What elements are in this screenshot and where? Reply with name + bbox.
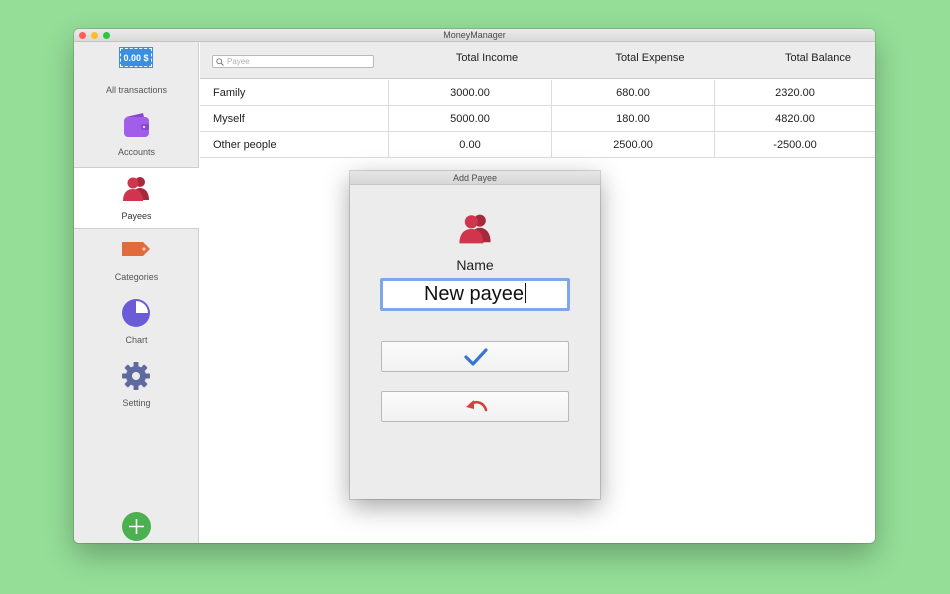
balance-cell: -2500.00 [773, 139, 817, 151]
balance-cell: 4820.00 [775, 113, 815, 125]
people-icon [459, 214, 491, 244]
confirm-button[interactable] [381, 341, 569, 372]
dialog-title: Add Payee [350, 171, 600, 185]
undo-icon [466, 400, 488, 412]
cancel-button[interactable] [381, 391, 569, 422]
window-title: MoneyManager [443, 30, 506, 40]
checkmark-icon [464, 348, 488, 366]
income-cell: 3000.00 [450, 87, 490, 99]
sidebar-item-label: Payees [121, 211, 152, 221]
sidebar-item-label: Chart [125, 335, 148, 345]
wallet-icon [124, 113, 149, 137]
payee-cell: Myself [213, 113, 245, 125]
people-icon [123, 177, 149, 201]
sidebar-item-label: Categories [114, 272, 159, 282]
close-window-button[interactable] [79, 32, 86, 39]
table-header: Payee Total Income Total Expense Total B… [200, 42, 875, 79]
plus-icon [129, 519, 144, 534]
payee-name-field[interactable]: New payee [380, 278, 570, 311]
expense-cell: 180.00 [616, 113, 650, 125]
payee-cell: Other people [213, 139, 277, 151]
tag-icon [122, 242, 150, 256]
add-transaction-button[interactable] [122, 512, 151, 541]
sidebar: 0.00 $ All transactions Accounts Payees [74, 42, 199, 543]
name-label: Name [456, 257, 494, 273]
payee-name-value: New payee [423, 283, 525, 305]
search-input[interactable]: Payee [212, 55, 374, 68]
column-header-expense[interactable]: Total Expense [585, 52, 715, 64]
minimize-window-button[interactable] [91, 32, 98, 39]
sidebar-item-setting[interactable]: Setting [74, 355, 199, 417]
sidebar-item-categories[interactable]: Categories [74, 229, 199, 291]
table-row[interactable]: Family 3000.00 680.00 2320.00 [200, 80, 875, 106]
sidebar-item-label: Accounts [117, 147, 156, 157]
pie-chart-icon [122, 299, 150, 327]
column-header-income[interactable]: Total Income [422, 52, 552, 64]
add-payee-dialog: Add Payee Name New payee [350, 171, 600, 499]
sidebar-item-payees[interactable]: Payees [74, 167, 199, 229]
sidebar-item-label: Setting [122, 398, 151, 408]
column-header-balance[interactable]: Total Balance [748, 52, 875, 64]
table-row[interactable]: Other people 0.00 2500.00 -2500.00 [200, 132, 875, 158]
sidebar-item-accounts[interactable]: Accounts [74, 104, 199, 166]
sidebar-item-all-transactions[interactable]: 0.00 $ All transactions [74, 42, 199, 104]
balance-badge-icon: 0.00 $ [119, 47, 153, 68]
search-placeholder: Payee [227, 57, 250, 66]
expense-cell: 2500.00 [613, 139, 653, 151]
payee-cell: Family [213, 87, 246, 99]
balance-cell: 2320.00 [775, 87, 815, 99]
search-icon [216, 58, 224, 66]
zoom-window-button[interactable] [103, 32, 110, 39]
gear-icon [122, 362, 150, 390]
sidebar-item-label: All transactions [105, 85, 168, 95]
table-row[interactable]: Myself 5000.00 180.00 4820.00 [200, 106, 875, 132]
income-cell: 0.00 [459, 139, 481, 151]
income-cell: 5000.00 [450, 113, 490, 125]
expense-cell: 680.00 [616, 87, 650, 99]
title-bar: MoneyManager [74, 29, 875, 42]
sidebar-item-chart[interactable]: Chart [74, 292, 199, 354]
